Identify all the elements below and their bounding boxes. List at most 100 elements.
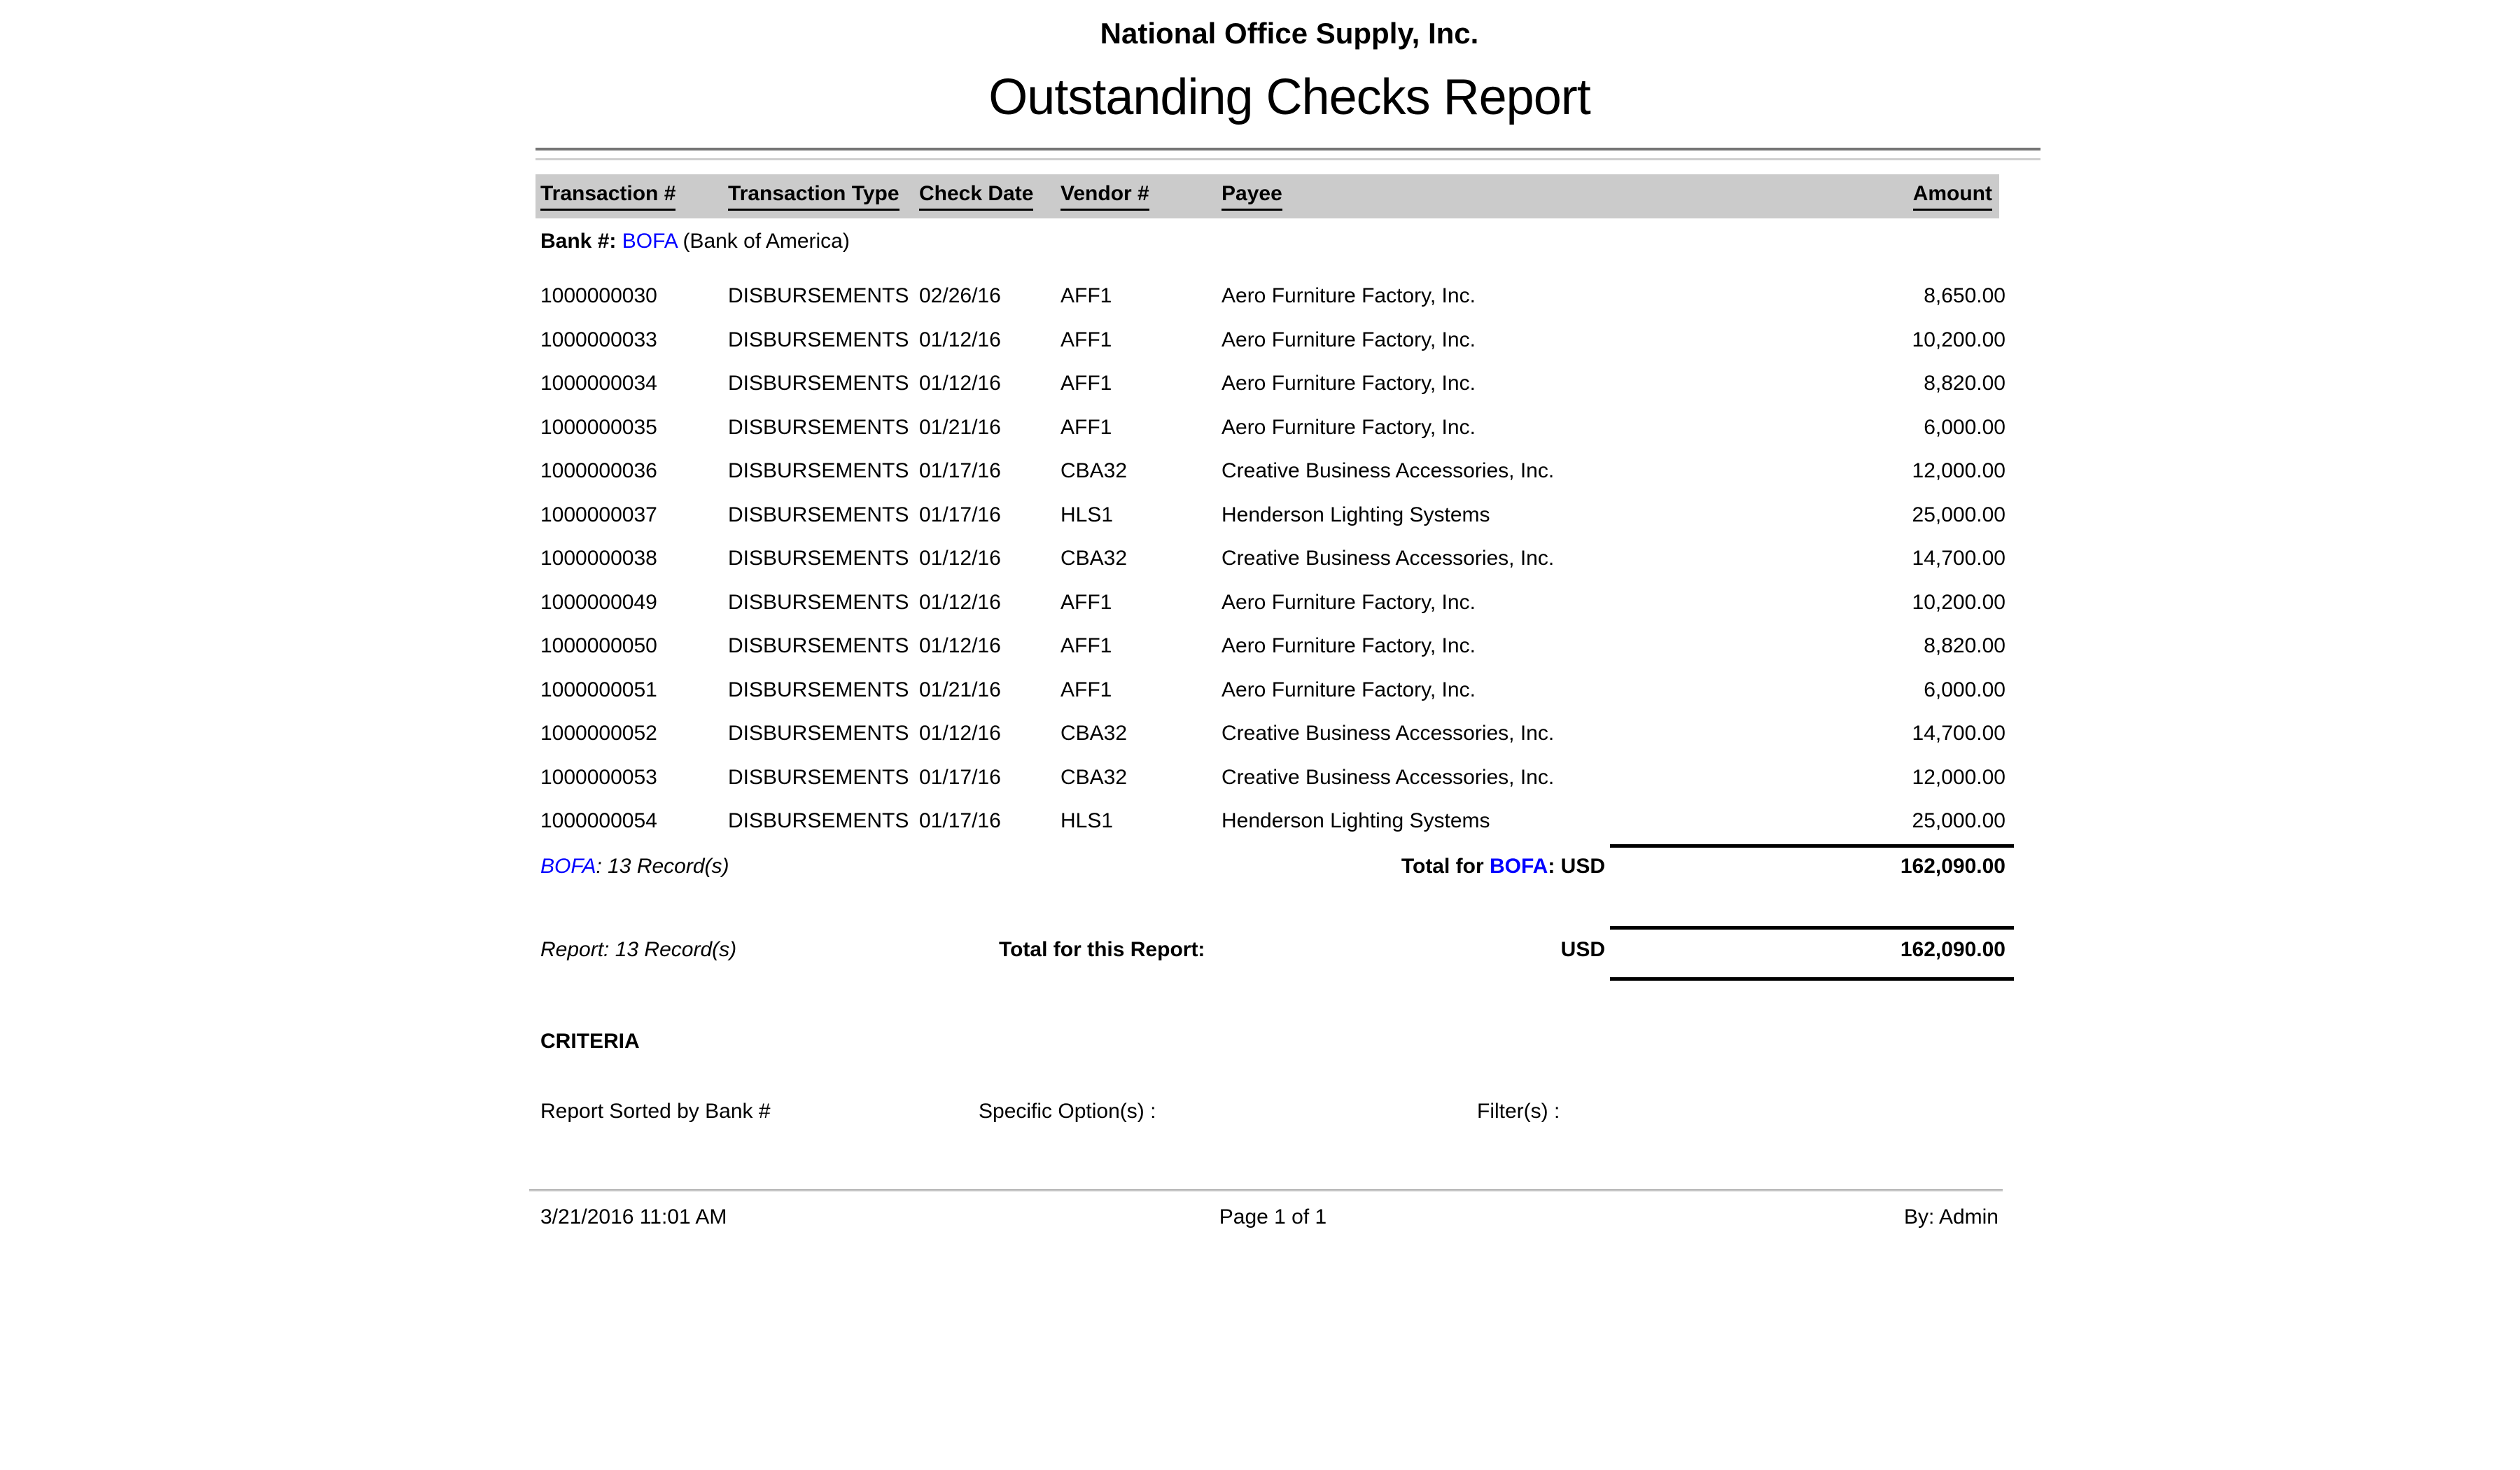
cell-vendor-number: AFF1	[1060, 284, 1222, 309]
group-total-label: Total for BOFA: USD	[1190, 855, 1605, 879]
cell-vendor-number: HLS1	[1060, 503, 1222, 528]
cell-transaction-type: DISBURSEMENTS	[728, 678, 919, 703]
cell-payee: Aero Furniture Factory, Inc.	[1222, 328, 1768, 353]
report-total-amount: 162,090.00	[1656, 938, 2005, 962]
cell-amount: 6,000.00	[1768, 678, 2005, 703]
cell-transaction-number: 1000000037	[540, 503, 728, 528]
title-separator-light	[536, 158, 2040, 160]
cell-transaction-number: 1000000033	[540, 328, 728, 353]
report-total-rule-bottom	[1610, 977, 2014, 981]
cell-transaction-type: DISBURSEMENTS	[728, 766, 919, 790]
cell-amount: 14,700.00	[1768, 722, 2005, 746]
cell-check-date: 01/12/16	[919, 372, 1060, 396]
cell-payee: Aero Furniture Factory, Inc.	[1222, 591, 1768, 615]
column-header-vendor[interactable]: Vendor #	[1060, 182, 1222, 211]
footer-divider	[529, 1189, 2003, 1191]
group-total-label-prefix: Total for	[1401, 855, 1490, 878]
cell-check-date: 01/17/16	[919, 459, 1060, 484]
table-row: 1000000038 DISBURSEMENTS 01/12/16 CBA32 …	[540, 537, 2005, 581]
report-page: National Office Supply, Inc. Outstanding…	[0, 0, 2520, 1470]
column-header-label: Payee	[1222, 182, 1282, 211]
cell-transaction-type: DISBURSEMENTS	[728, 591, 919, 615]
table-row: 1000000050 DISBURSEMENTS 01/12/16 AFF1 A…	[540, 624, 2005, 668]
table-row: 1000000033 DISBURSEMENTS 01/12/16 AFF1 A…	[540, 318, 2005, 363]
company-name: National Office Supply, Inc.	[540, 17, 2038, 50]
table-body: 1000000030 DISBURSEMENTS 02/26/16 AFF1 A…	[540, 274, 2005, 844]
cell-check-date: 01/17/16	[919, 766, 1060, 790]
cell-check-date: 01/17/16	[919, 809, 1060, 834]
cell-check-date: 01/12/16	[919, 591, 1060, 615]
table-row: 1000000052 DISBURSEMENTS 01/12/16 CBA32 …	[540, 712, 2005, 756]
cell-payee: Creative Business Accessories, Inc.	[1222, 766, 1768, 790]
report-total-rule-top	[1610, 926, 2014, 930]
bank-code-link[interactable]: BOFA	[540, 855, 596, 878]
cell-vendor-number: AFF1	[1060, 328, 1222, 353]
cell-amount: 10,200.00	[1768, 328, 2005, 353]
cell-amount: 25,000.00	[1768, 503, 2005, 528]
cell-transaction-type: DISBURSEMENTS	[728, 459, 919, 484]
cell-amount: 14,700.00	[1768, 547, 2005, 571]
cell-vendor-number: AFF1	[1060, 634, 1222, 659]
column-header-check-date[interactable]: Check Date	[919, 182, 1060, 211]
cell-payee: Creative Business Accessories, Inc.	[1222, 722, 1768, 746]
cell-check-date: 01/12/16	[919, 328, 1060, 353]
cell-amount: 8,820.00	[1768, 372, 2005, 396]
cell-check-date: 01/12/16	[919, 634, 1060, 659]
cell-transaction-number: 1000000035	[540, 416, 728, 440]
column-header-label: Vendor #	[1060, 182, 1149, 211]
column-header-label: Check Date	[919, 182, 1033, 211]
group-total-amount: 162,090.00	[1656, 855, 2005, 879]
cell-transaction-number: 1000000053	[540, 766, 728, 790]
cell-check-date: 01/12/16	[919, 547, 1060, 571]
column-header-label: Transaction Type	[728, 182, 899, 211]
cell-payee: Creative Business Accessories, Inc.	[1222, 459, 1768, 484]
column-header-label: Transaction #	[540, 182, 676, 211]
column-header-amount[interactable]: Amount	[1754, 182, 1992, 211]
cell-payee: Aero Furniture Factory, Inc.	[1222, 678, 1768, 703]
cell-vendor-number: CBA32	[1060, 547, 1222, 571]
column-header-transaction[interactable]: Transaction #	[540, 182, 728, 211]
cell-transaction-type: DISBURSEMENTS	[728, 372, 919, 396]
cell-amount: 25,000.00	[1768, 809, 2005, 834]
report-total-label: Total for this Report:	[999, 938, 1205, 962]
column-header-type[interactable]: Transaction Type	[728, 182, 919, 211]
table-row: 1000000054 DISBURSEMENTS 01/17/16 HLS1 H…	[540, 799, 2005, 844]
column-header-payee[interactable]: Payee	[1222, 182, 1754, 211]
criteria-sorted-by: Report Sorted by Bank #	[540, 1100, 771, 1124]
table-row: 1000000036 DISBURSEMENTS 01/17/16 CBA32 …	[540, 449, 2005, 493]
bank-code-link[interactable]: BOFA	[622, 230, 677, 253]
table-row: 1000000034 DISBURSEMENTS 01/12/16 AFF1 A…	[540, 362, 2005, 406]
cell-amount: 8,650.00	[1768, 284, 2005, 309]
cell-vendor-number: AFF1	[1060, 372, 1222, 396]
group-record-count: BOFA: 13 Record(s)	[540, 855, 729, 879]
cell-vendor-number: CBA32	[1060, 459, 1222, 484]
cell-transaction-type: DISBURSEMENTS	[728, 284, 919, 309]
cell-transaction-number: 1000000036	[540, 459, 728, 484]
table-row: 1000000051 DISBURSEMENTS 01/21/16 AFF1 A…	[540, 668, 2005, 713]
cell-payee: Henderson Lighting Systems	[1222, 503, 1768, 528]
bank-number-label: Bank #:	[540, 230, 616, 253]
cell-transaction-number: 1000000054	[540, 809, 728, 834]
cell-transaction-type: DISBURSEMENTS	[728, 328, 919, 353]
title-separator-dark	[536, 148, 2040, 150]
cell-transaction-type: DISBURSEMENTS	[728, 547, 919, 571]
report-record-count: Report: 13 Record(s)	[540, 938, 736, 962]
group-record-count-text: : 13 Record(s)	[596, 855, 729, 878]
cell-vendor-number: AFF1	[1060, 678, 1222, 703]
cell-amount: 6,000.00	[1768, 416, 2005, 440]
cell-transaction-number: 1000000034	[540, 372, 728, 396]
cell-amount: 10,200.00	[1768, 591, 2005, 615]
cell-transaction-number: 1000000051	[540, 678, 728, 703]
table-row: 1000000049 DISBURSEMENTS 01/12/16 AFF1 A…	[540, 581, 2005, 625]
criteria-filters: Filter(s) :	[1477, 1100, 1560, 1124]
cell-payee: Aero Furniture Factory, Inc.	[1222, 416, 1768, 440]
cell-amount: 12,000.00	[1768, 766, 2005, 790]
cell-transaction-type: DISBURSEMENTS	[728, 416, 919, 440]
table-row: 1000000030 DISBURSEMENTS 02/26/16 AFF1 A…	[540, 274, 2005, 318]
cell-transaction-type: DISBURSEMENTS	[728, 634, 919, 659]
bank-group-header: Bank #: BOFA (Bank of America)	[540, 230, 850, 254]
criteria-heading: CRITERIA	[540, 1030, 640, 1054]
page-title: Outstanding Checks Report	[540, 69, 2038, 127]
table-header-row: Transaction # Transaction Type Check Dat…	[536, 174, 1999, 218]
bank-code-link[interactable]: BOFA	[1490, 855, 1548, 878]
